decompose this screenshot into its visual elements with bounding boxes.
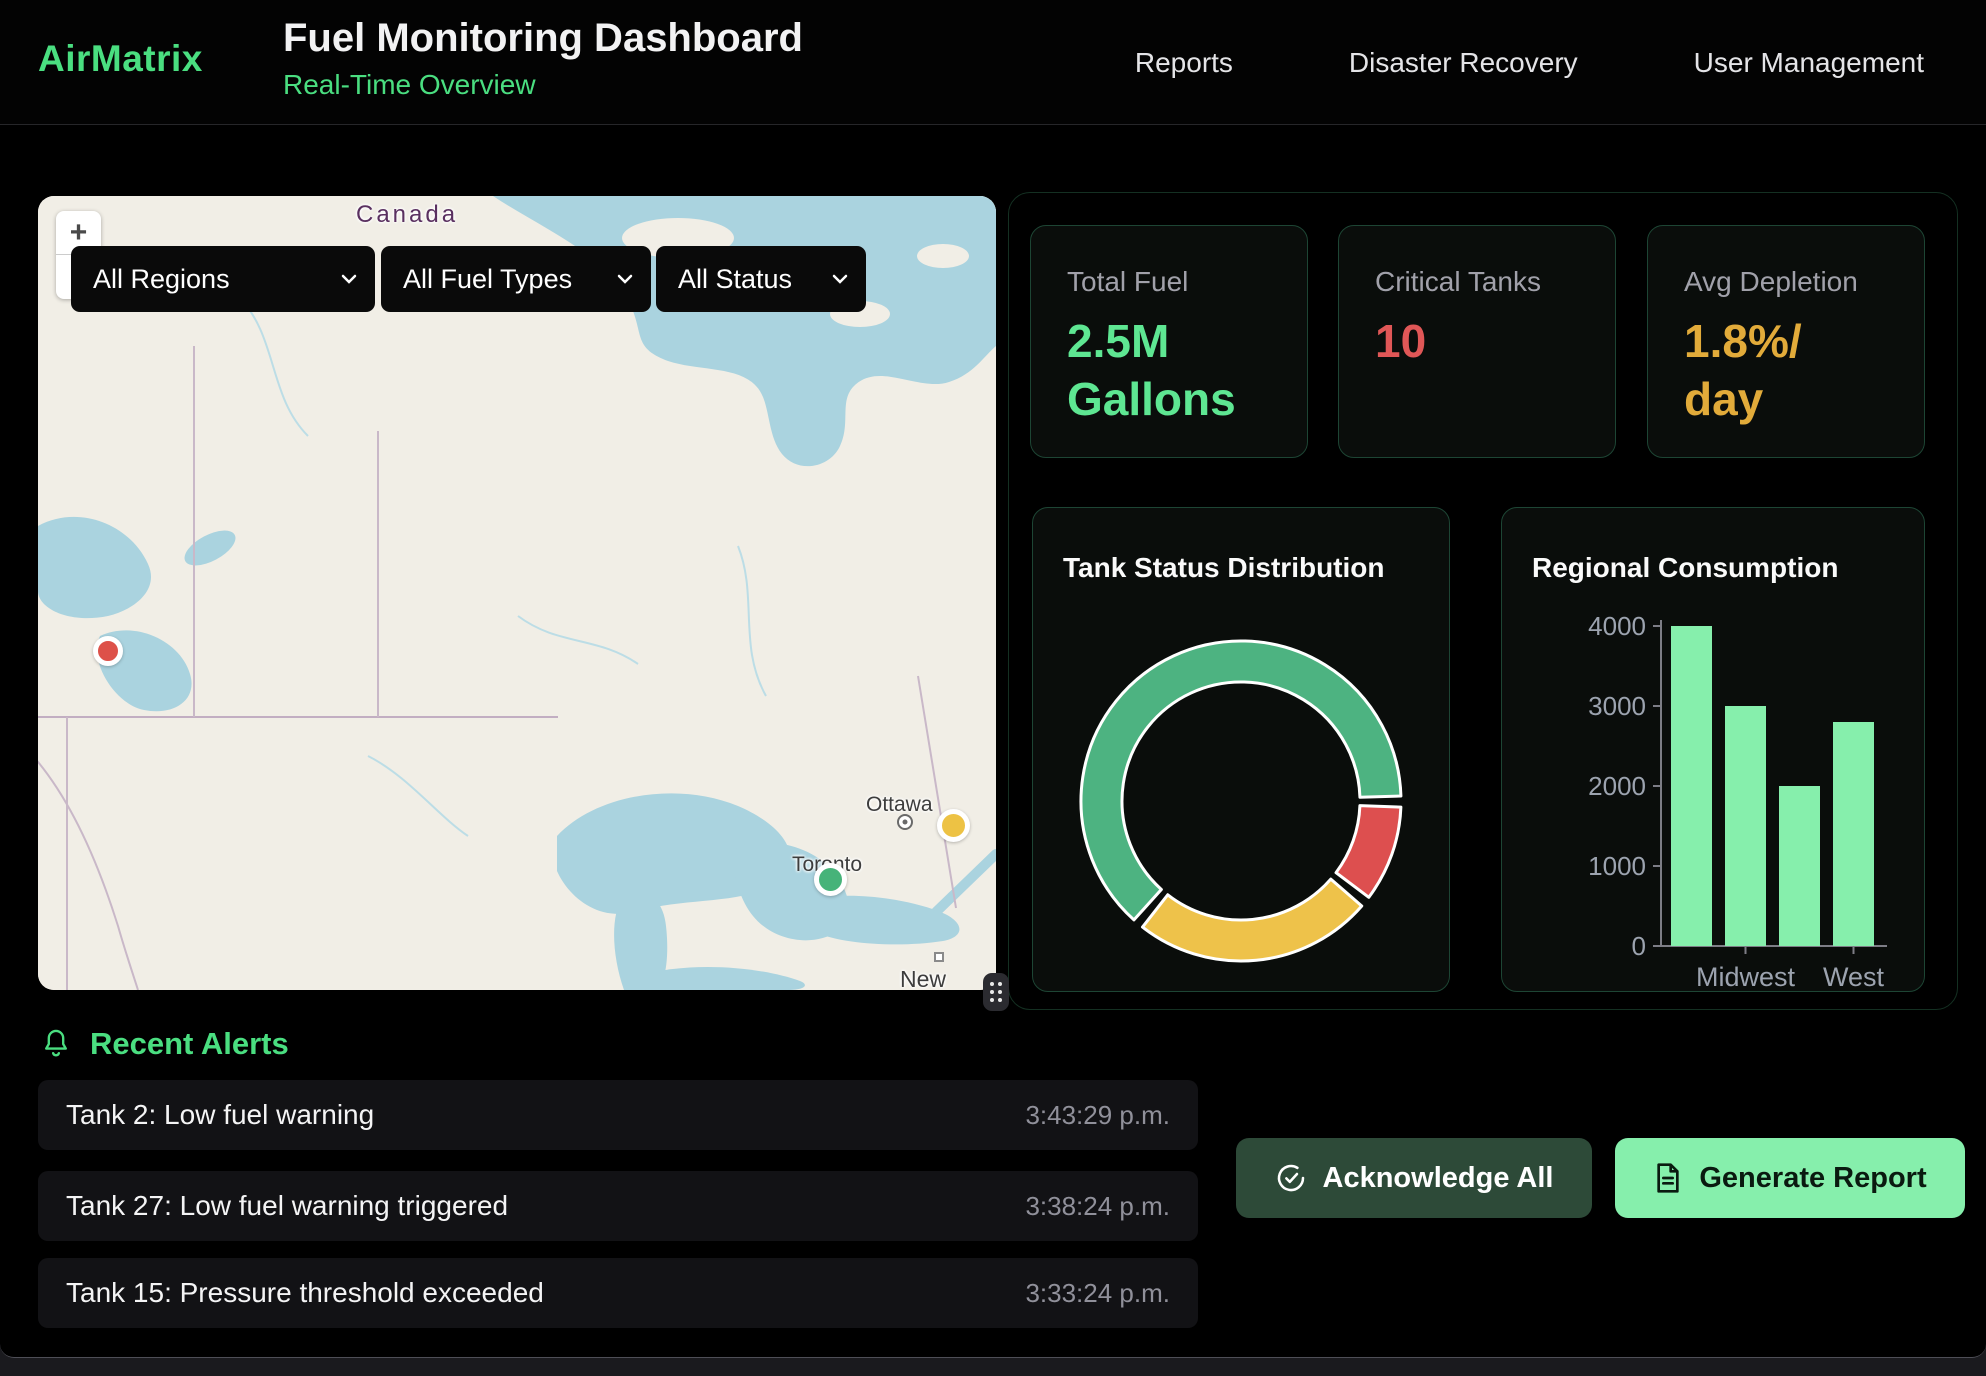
acknowledge-all-label: Acknowledge All [1323,1162,1554,1195]
bell-icon [40,1027,72,1061]
kpi-value: 10 [1375,312,1579,370]
generate-report-button[interactable]: Generate Report [1615,1138,1965,1218]
alert-time: 3:33:24 p.m. [1025,1278,1170,1309]
alert-row[interactable]: Tank 2: Low fuel warning 3:43:29 p.m. [38,1080,1198,1150]
svg-text:West: West [1823,962,1885,992]
alert-row[interactable]: Tank 15: Pressure threshold exceeded 3:3… [38,1258,1198,1328]
alert-message: Tank 27: Low fuel warning triggered [66,1190,508,1222]
page-title: Fuel Monitoring Dashboard [283,16,803,61]
svg-text:2000: 2000 [1588,771,1646,801]
alert-message: Tank 2: Low fuel warning [66,1099,374,1131]
check-circle-icon [1275,1162,1307,1194]
map-resize-handle[interactable] [983,973,1009,1011]
map-label-canada: Canada [356,201,458,229]
kpi-label: Critical Tanks [1375,266,1579,298]
region-filter-dropdown[interactable]: All Regions [71,246,375,312]
kpi-label: Avg Depletion [1684,266,1888,298]
tank-marker-warning[interactable] [937,809,970,842]
tank-marker-normal[interactable] [814,863,847,896]
acknowledge-all-button[interactable]: Acknowledge All [1236,1138,1592,1218]
nav-reports[interactable]: Reports [1135,47,1233,79]
kpi-value: 1.8%/day [1684,312,1888,429]
app-logo[interactable]: AirMatrix [38,38,203,80]
regional-consumption-card: Regional Consumption 01000200030004000Mi… [1501,507,1925,992]
kpi-value: 2.5MGallons [1067,312,1271,429]
alert-row[interactable]: Tank 27: Low fuel warning triggered 3:38… [38,1171,1198,1241]
tank-marker-critical[interactable] [93,636,123,666]
tank-status-donut-chart [1071,631,1411,971]
tank-status-card: Tank Status Distribution [1032,507,1450,992]
svg-text:3000: 3000 [1588,691,1646,721]
map-label-ottawa: Ottawa [866,793,933,817]
nav-disaster-recovery[interactable]: Disaster Recovery [1349,47,1578,79]
chevron-down-icon [832,274,848,284]
alert-message: Tank 15: Pressure threshold exceeded [66,1277,544,1309]
fuel-type-filter-value: All Fuel Types [403,264,572,295]
document-icon [1653,1162,1683,1194]
alert-time: 3:38:24 p.m. [1025,1191,1170,1222]
donut-chart-title: Tank Status Distribution [1063,552,1385,584]
chevron-down-icon [341,274,357,284]
map[interactable]: Canada Ottawa Toronto New York + − All R… [38,196,996,990]
header: AirMatrix Fuel Monitoring Dashboard Real… [0,0,1986,125]
svg-text:4000: 4000 [1588,611,1646,641]
map-label-newyork: New York [900,966,996,990]
region-filter-value: All Regions [93,264,230,295]
svg-text:Midwest: Midwest [1696,962,1796,992]
dashboard-page: AirMatrix Fuel Monitoring Dashboard Real… [0,0,1986,1358]
kpi-label: Total Fuel [1067,266,1271,298]
main-nav: Reports Disaster Recovery User Managemen… [1135,0,1924,125]
kpi-card-critical-tanks: Critical Tanks 10 [1338,225,1616,458]
svg-text:1000: 1000 [1588,851,1646,881]
alert-time: 3:43:29 p.m. [1025,1100,1170,1131]
fuel-type-filter-dropdown[interactable]: All Fuel Types [381,246,651,312]
regional-consumption-bar-chart: 0 1000 2000 3000 4000 Midwest West [1502,508,1926,993]
title-block: Fuel Monitoring Dashboard Real-Time Over… [283,16,803,101]
svg-text:0: 0 [1632,931,1646,961]
nav-user-management[interactable]: User Management [1694,47,1924,79]
kpi-card-total-fuel: Total Fuel 2.5MGallons [1030,225,1308,458]
alerts-header: Recent Alerts [40,1026,289,1062]
chevron-down-icon [617,274,633,284]
status-filter-dropdown[interactable]: All Status [656,246,866,312]
kpi-card-avg-depletion: Avg Depletion 1.8%/day [1647,225,1925,458]
alerts-title: Recent Alerts [90,1026,289,1062]
page-subtitle: Real-Time Overview [283,69,803,101]
status-filter-value: All Status [678,264,792,295]
generate-report-label: Generate Report [1699,1162,1926,1195]
